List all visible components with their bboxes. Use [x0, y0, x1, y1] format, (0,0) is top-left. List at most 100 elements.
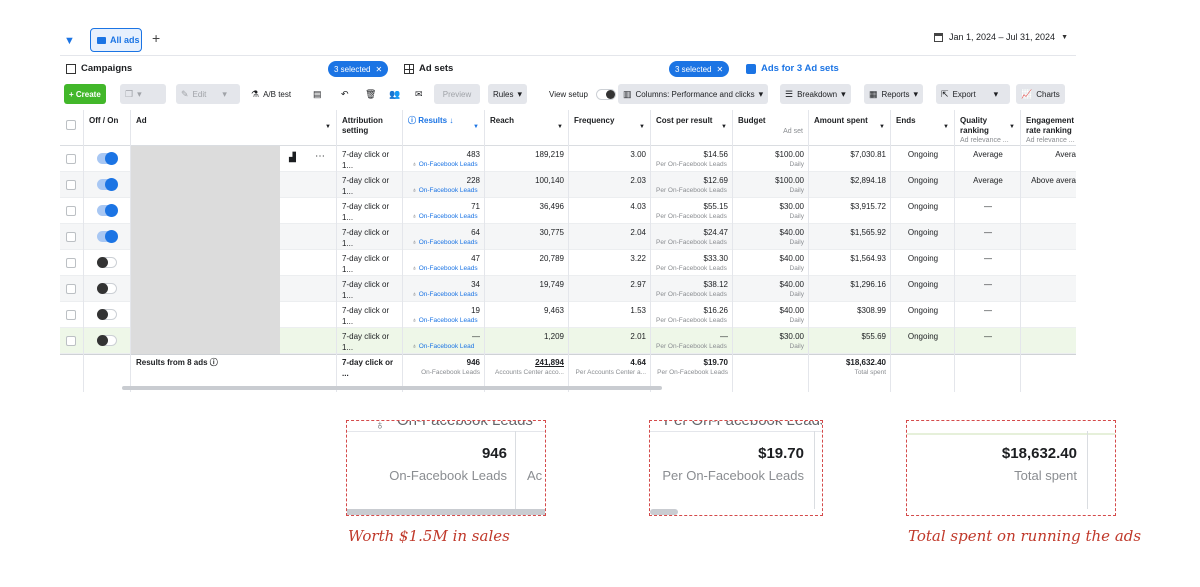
reports-button[interactable]: ▦ Reports ▾ — [864, 84, 924, 104]
chevron-down-icon: ▾ — [841, 88, 846, 99]
status-toggle[interactable] — [97, 257, 117, 268]
create-button[interactable]: + Create — [64, 84, 106, 104]
notes-button[interactable]: ▤ — [308, 84, 327, 104]
column-header-attr[interactable]: Attribution setting — [337, 110, 402, 146]
add-tab-button[interactable]: + — [152, 30, 160, 46]
cell-ends: Ongoing — [891, 198, 955, 224]
cell-freq: 1.53 — [569, 302, 651, 328]
level-campaigns[interactable]: Campaigns — [66, 63, 132, 74]
column-header-ends[interactable]: Ends ▼ — [891, 110, 954, 146]
view-setup-toggle[interactable]: View setup — [544, 84, 621, 104]
column-header-reach[interactable]: Reach ▼ — [485, 110, 568, 146]
adsets-selected-pill[interactable]: 3 selected ✕ — [669, 61, 730, 77]
filter-icon[interactable]: ▼ — [64, 35, 75, 47]
row-checkbox[interactable] — [66, 284, 76, 294]
breakdown-button[interactable]: ☰ Breakdown ▾ — [780, 84, 851, 104]
amount-spent-value: $1,565.92 — [850, 228, 886, 237]
callout-spent-value: $18,632.40 — [1001, 445, 1077, 462]
columns-button[interactable]: ▥ Columns: Performance and clicks ▾ — [618, 84, 769, 104]
cell-check — [60, 276, 84, 302]
row-checkbox[interactable] — [66, 206, 76, 216]
result-type-link[interactable]: ♁ On-Facebook Leads — [408, 265, 480, 274]
undo-button[interactable]: ↶ — [336, 84, 354, 104]
ends-value: Ongoing — [907, 254, 939, 263]
level-ad-sets[interactable]: Ad sets — [404, 63, 453, 74]
cell-reach: 100,140 — [485, 172, 569, 198]
status-toggle[interactable] — [97, 178, 118, 191]
column-header-sublabel: Ad relevance ... — [1026, 137, 1075, 145]
result-type-link[interactable]: ♁ On-Facebook Leads — [408, 317, 480, 326]
preview-button[interactable]: Preview — [434, 84, 480, 104]
column-header-offon[interactable]: Off / On — [84, 110, 130, 146]
result-type-link[interactable]: ♁ On-Facebook Leads — [408, 291, 480, 300]
result-type-link[interactable]: ♁ On-Facebook Leads — [408, 213, 480, 222]
tab-all-ads[interactable]: All ads — [90, 28, 142, 52]
level-ad-sets-label: Ad sets — [419, 63, 454, 74]
level-ads[interactable]: Ads for 3 Ad sets — [746, 63, 839, 74]
results-value: 34 — [471, 280, 480, 289]
charts-button[interactable]: 📈 Charts — [1016, 84, 1065, 104]
row-checkbox[interactable] — [66, 336, 76, 346]
budget-sublabel: Daily — [789, 160, 804, 168]
audience-button[interactable]: 👥 — [384, 84, 405, 104]
export-button[interactable]: ⇱ Export ▾ — [936, 84, 1010, 104]
column-header-quality[interactable]: Quality ranking Ad relevance ... ▼ — [955, 110, 1020, 146]
status-toggle[interactable] — [97, 204, 118, 217]
result-type-link[interactable]: ♁ On-Facebook Leads — [408, 161, 480, 170]
horizontal-scrollbar[interactable] — [122, 386, 662, 390]
status-toggle[interactable] — [97, 230, 118, 243]
close-icon[interactable]: ✕ — [716, 65, 723, 74]
person-icon: ♁ — [412, 212, 419, 220]
chevron-down-icon[interactable]: ▼ — [325, 124, 331, 131]
column-header-ad[interactable]: Ad ▼ — [131, 110, 336, 146]
chevron-down-icon: ▾ — [758, 88, 764, 99]
edit-button[interactable]: ✎ Edit ▾ — [176, 84, 240, 104]
result-type-label: On-Facebook Leads — [418, 316, 478, 324]
chevron-down-icon[interactable]: ▼ — [639, 124, 645, 131]
duplicate-button[interactable]: ❐ ▾ — [120, 84, 166, 104]
rules-button[interactable]: Rules ▾ — [488, 84, 527, 104]
row-checkbox[interactable] — [66, 310, 76, 320]
ab-test-button[interactable]: ⚗ A/B test — [246, 84, 296, 104]
column-header-freq[interactable]: Frequency ▼ — [569, 110, 650, 146]
column-header-results[interactable]: ⓘ Results ↓ ▼ — [403, 110, 484, 146]
column-header-engagement[interactable]: Engagement rate ranking Ad relevance ... — [1021, 110, 1076, 146]
chevron-down-icon[interactable]: ▼ — [721, 124, 727, 131]
bar-chart-icon[interactable]: ▟ — [289, 151, 296, 163]
view-setup-switch[interactable] — [596, 88, 616, 100]
column-header-amount[interactable]: Amount spent ▼ — [809, 110, 890, 146]
campaigns-selected-pill[interactable]: 3 selected ✕ — [328, 61, 389, 77]
ends-value: Ongoing — [907, 306, 939, 315]
summary-cell-amount: $18,632.40 Total spent — [809, 354, 891, 384]
cell-ends: Ongoing — [891, 146, 955, 172]
chevron-down-icon[interactable]: ▼ — [943, 124, 949, 131]
status-toggle[interactable] — [97, 309, 117, 320]
row-checkbox[interactable] — [66, 232, 76, 242]
chevron-down-icon[interactable]: ▼ — [557, 124, 563, 131]
column-ends: Ends ▼ Ongoing Ongoing Ongoing Ongoing Ongoing… — [891, 110, 955, 392]
cell-results: — ♁ On-Facebook Lead — [403, 328, 485, 354]
row-checkbox[interactable] — [66, 258, 76, 268]
close-icon[interactable]: ✕ — [375, 65, 382, 74]
more-options-icon[interactable]: ⋯ — [315, 150, 325, 164]
select-all-checkbox[interactable] — [66, 120, 76, 130]
cell-amount: $55.69 — [809, 328, 891, 354]
status-toggle[interactable] — [97, 335, 117, 346]
result-type-link[interactable]: ♁ On-Facebook Lead — [408, 343, 480, 352]
cell-offon — [84, 172, 131, 198]
result-type-link[interactable]: ♁ On-Facebook Leads — [408, 239, 480, 248]
row-checkbox[interactable] — [66, 180, 76, 190]
result-type-link[interactable]: ♁ On-Facebook Leads — [408, 187, 480, 196]
chevron-down-icon[interactable]: ▼ — [1009, 124, 1015, 131]
undo-icon: ↶ — [341, 88, 349, 99]
status-toggle[interactable] — [97, 283, 117, 294]
chevron-down-icon[interactable]: ▼ — [879, 124, 885, 131]
row-checkbox[interactable] — [66, 154, 76, 164]
column-header-cpr[interactable]: Cost per result ▼ — [651, 110, 732, 146]
chevron-down-icon[interactable]: ▼ — [473, 124, 479, 131]
column-header-budget[interactable]: Budget Ad set — [733, 110, 808, 146]
status-toggle[interactable] — [97, 152, 118, 165]
date-range-picker[interactable]: Jan 1, 2024 – Jul 31, 2024 ▼ — [933, 32, 1068, 42]
comment-button[interactable]: ✉ — [410, 84, 428, 104]
delete-button[interactable]: 🗑 — [360, 84, 381, 104]
